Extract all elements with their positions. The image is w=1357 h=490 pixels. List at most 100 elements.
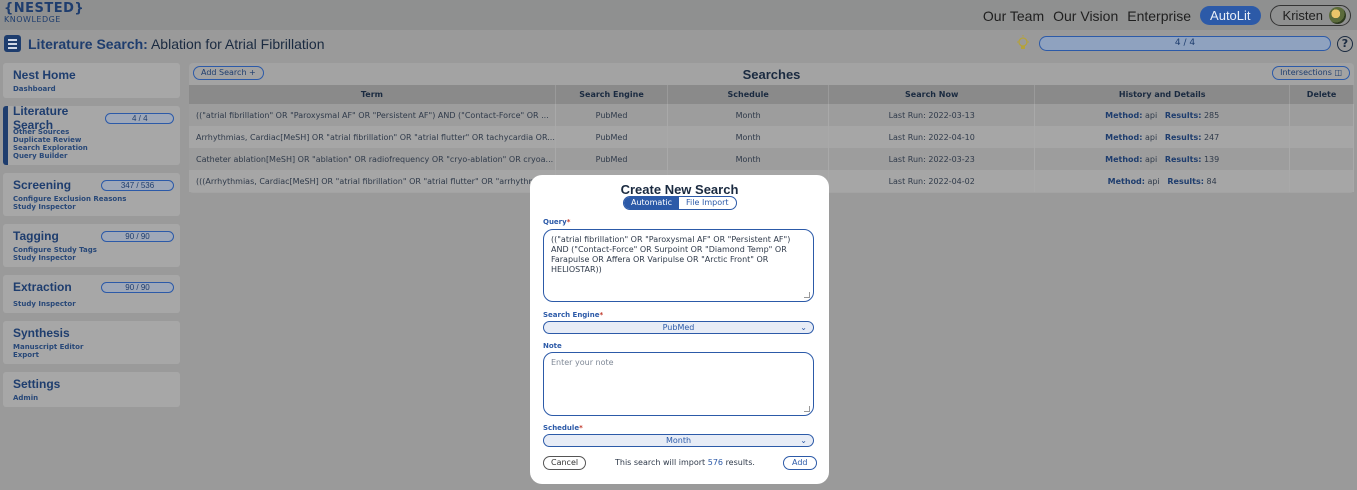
nav-our-team[interactable]: Our Team xyxy=(983,8,1044,24)
delete-cell[interactable] xyxy=(1289,104,1354,126)
user-menu-button[interactable]: Kristen xyxy=(1269,5,1351,26)
search-term[interactable]: (("atrial fibrillation" OR "Paroxysmal A… xyxy=(189,104,556,126)
query-textarea[interactable]: (("atrial fibrillation" OR "Paroxysmal A… xyxy=(543,229,814,302)
sidebar-item-label[interactable]: Synthesis xyxy=(13,326,70,340)
search-engine-select[interactable]: PubMed ⌄ xyxy=(543,321,814,334)
sidebar-sublink-export[interactable]: Export xyxy=(13,351,174,359)
page-header: Literature Search: Ablation for Atrial F… xyxy=(0,31,1357,57)
last-run-cell[interactable]: Last Run: 2022-03-13 xyxy=(828,104,1036,126)
page-title: Literature Search: Ablation for Atrial F… xyxy=(28,36,324,52)
sidebar-item-label[interactable]: Nest Home xyxy=(13,68,76,82)
history-details-cell[interactable]: Method: api Results: 247 xyxy=(1034,126,1291,148)
app-logo[interactable]: {NESTED} KNOWLEDGE xyxy=(4,2,84,24)
sidebar-sublink-study-inspector[interactable]: Study Inspector xyxy=(13,300,174,308)
sidebar-item-settings[interactable]: Settings Admin xyxy=(3,372,180,407)
searches-panel: Add Search + Searches Intersections ◫ Te… xyxy=(189,63,1354,193)
column-header-schedule[interactable]: Schedule xyxy=(667,85,830,104)
sidebar-item-screening[interactable]: Screening 347 / 536 Configure Exclusion … xyxy=(3,173,180,216)
search-engine-value: PubMed xyxy=(662,323,695,332)
sidebar-item-label[interactable]: Settings xyxy=(13,377,60,391)
sidebar-item-label[interactable]: Extraction xyxy=(13,280,72,294)
intersections-button[interactable]: Intersections ◫ xyxy=(1272,66,1350,80)
tab-file-import[interactable]: File Import xyxy=(679,197,735,209)
sidebar-item-label[interactable]: Screening xyxy=(13,178,71,192)
page-title-section: Literature Search: xyxy=(28,36,148,52)
column-header-history-details[interactable]: History and Details xyxy=(1034,85,1291,104)
top-navbar: {NESTED} KNOWLEDGE Our Team Our Vision E… xyxy=(0,0,1357,30)
cancel-button[interactable]: Cancel xyxy=(543,456,587,470)
history-details-cell[interactable]: Method: api Results: 285 xyxy=(1034,104,1291,126)
sidebar-sublink-query-builder[interactable]: Query Builder xyxy=(13,152,174,160)
column-header-delete: Delete xyxy=(1289,85,1354,104)
table-row[interactable]: Catheter ablation[MeSH] OR "ablation" OR… xyxy=(189,148,1354,170)
sidebar-item-nest-home[interactable]: Nest Home Dashboard xyxy=(3,63,180,98)
nav-enterprise[interactable]: Enterprise xyxy=(1127,8,1191,24)
sidebar-sublink-manuscript-editor[interactable]: Manuscript Editor xyxy=(13,343,174,351)
tab-automatic[interactable]: Automatic xyxy=(624,197,680,209)
method-value: api xyxy=(1144,154,1158,164)
schedule-value: Month xyxy=(665,436,692,445)
import-count: 576 xyxy=(707,458,724,467)
sidebar-sublink-configure-study-tags[interactable]: Configure Study Tags xyxy=(13,246,174,254)
project-progress-bar: 4 / 4 xyxy=(1039,36,1331,51)
results-label: Results: xyxy=(1164,132,1202,142)
autolit-button[interactable]: AutoLit xyxy=(1200,6,1261,25)
resize-handle-icon[interactable] xyxy=(804,406,810,412)
column-header-search-engine[interactable]: Search Engine xyxy=(555,85,669,104)
last-run-cell[interactable]: Last Run: 2022-03-23 xyxy=(828,148,1036,170)
sidebar-sublink-search-exploration[interactable]: Search Exploration xyxy=(13,144,174,152)
intersections-label: Intersections xyxy=(1280,68,1332,77)
resize-handle-icon[interactable] xyxy=(804,292,810,298)
modal-title: Create New Search xyxy=(620,182,739,197)
schedule-cell: Month xyxy=(667,126,830,148)
note-placeholder: Enter your note xyxy=(551,358,614,367)
sidebar-item-extraction[interactable]: Extraction 90 / 90 Study Inspector xyxy=(3,275,180,313)
schedule-cell: Month xyxy=(667,104,830,126)
sidebar-sublink-study-inspector[interactable]: Study Inspector xyxy=(13,203,174,211)
results-value: 285 xyxy=(1203,110,1220,120)
column-header-term[interactable]: Term xyxy=(189,85,556,104)
delete-cell[interactable] xyxy=(1289,148,1354,170)
nav-our-vision[interactable]: Our Vision xyxy=(1053,8,1118,24)
schedule-label: Schedule* xyxy=(543,424,583,432)
delete-cell[interactable] xyxy=(1289,126,1354,148)
search-type-toggle: Automatic File Import xyxy=(623,196,737,210)
user-name: Kristen xyxy=(1282,8,1323,23)
sidebar-sublink-duplicate-review[interactable]: Duplicate Review xyxy=(13,136,174,144)
sidebar-sublink-configure-exclusion-reasons[interactable]: Configure Exclusion Reasons xyxy=(13,195,174,203)
lightbulb-icon[interactable] xyxy=(1016,35,1030,53)
search-term[interactable]: Arrhythmias, Cardiac[MeSH] OR "atrial fi… xyxy=(189,126,556,148)
delete-cell[interactable] xyxy=(1289,170,1354,192)
note-textarea[interactable]: Enter your note xyxy=(543,352,814,416)
method-value: api xyxy=(1144,110,1158,120)
sidebar-item-synthesis[interactable]: Synthesis Manuscript Editor Export xyxy=(3,321,180,364)
method-label: Method: xyxy=(1105,154,1143,164)
last-run-cell[interactable]: Last Run: 2022-04-10 xyxy=(828,126,1036,148)
column-header-search-now[interactable]: Search Now xyxy=(828,85,1036,104)
sidebar: Nest Home Dashboard Literature Search 4 … xyxy=(3,63,180,415)
table-header-row: Term Search Engine Schedule Search Now H… xyxy=(189,85,1354,104)
schedule-select[interactable]: Month ⌄ xyxy=(543,434,814,447)
search-term[interactable]: Catheter ablation[MeSH] OR "ablation" OR… xyxy=(189,148,556,170)
search-term[interactable]: (((Arrhythmias, Cardiac[MeSH] OR "atrial… xyxy=(189,170,556,192)
searches-title: Searches xyxy=(742,67,801,82)
results-value: 139 xyxy=(1203,154,1220,164)
sidebar-sublink-admin[interactable]: Admin xyxy=(13,394,174,402)
add-button[interactable]: Add xyxy=(783,456,817,470)
create-search-modal: Create New Search Automatic File Import … xyxy=(530,175,829,484)
venn-icon: ◫ xyxy=(1334,68,1342,77)
history-details-cell[interactable]: Method: api Results: 84 xyxy=(1034,170,1291,192)
sidebar-item-literature-search[interactable]: Literature Search 4 / 4 Other Sources Du… xyxy=(3,104,180,165)
progress-badge: 90 / 90 xyxy=(101,230,174,242)
last-run-cell[interactable]: Last Run: 2022-04-02 xyxy=(828,170,1036,192)
sidebar-sublink-dashboard[interactable]: Dashboard xyxy=(13,85,174,93)
table-row[interactable]: (("atrial fibrillation" OR "Paroxysmal A… xyxy=(189,104,1354,126)
question-mark-icon[interactable]: ? xyxy=(1337,36,1353,52)
history-details-cell[interactable]: Method: api Results: 139 xyxy=(1034,148,1291,170)
sidebar-item-label[interactable]: Tagging xyxy=(13,229,59,243)
hamburger-icon[interactable] xyxy=(4,35,21,52)
sidebar-sublink-study-inspector[interactable]: Study Inspector xyxy=(13,254,174,262)
import-count-text: This search will import 576 results. xyxy=(615,458,755,467)
sidebar-item-tagging[interactable]: Tagging 90 / 90 Configure Study Tags Stu… xyxy=(3,224,180,267)
table-row[interactable]: Arrhythmias, Cardiac[MeSH] OR "atrial fi… xyxy=(189,126,1354,148)
